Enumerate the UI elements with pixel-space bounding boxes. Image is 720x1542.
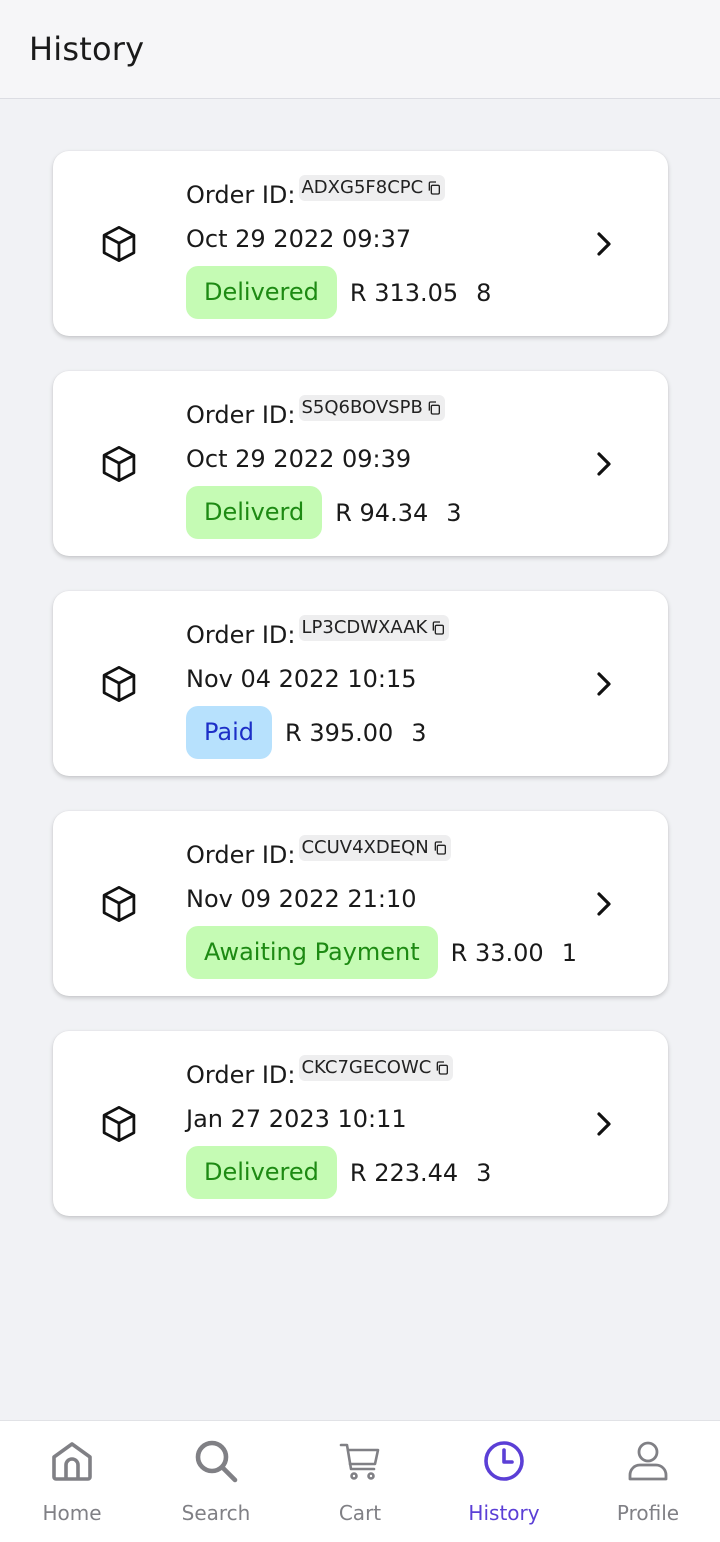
order-id-text: S5Q6BOVSPB	[301, 397, 423, 418]
status-badge: Delivered	[186, 1146, 337, 1199]
nav-item-home[interactable]: Home	[0, 1421, 144, 1542]
order-summary-row: Deliverd R 94.34 3	[186, 486, 462, 539]
package-icon	[102, 1105, 136, 1143]
nav-item-profile[interactable]: Profile	[576, 1421, 720, 1542]
package-icon	[102, 445, 136, 483]
copy-icon[interactable]	[434, 1060, 450, 1076]
copy-icon[interactable]	[432, 840, 448, 856]
order-price: R 33.00	[450, 938, 544, 967]
order-date: Oct 29 2022 09:37	[186, 225, 412, 253]
order-price: R 313.05	[349, 278, 459, 307]
item-count: 3	[476, 1158, 492, 1187]
order-id-row: Order ID: CKC7GECOWC	[186, 1055, 454, 1095]
copy-icon[interactable]	[426, 400, 442, 416]
order-date: Oct 29 2022 09:39	[186, 445, 412, 473]
nav-label: History	[468, 1501, 540, 1525]
order-card[interactable]: Order ID: ADXG5F8CPC Oct 29 2022 09:37 D…	[53, 151, 668, 336]
app: History Order ID: ADXG5F8CPC Oct 29 2022…	[0, 0, 720, 1542]
order-id-row: Order ID: LP3CDWXAAK	[186, 615, 450, 655]
chevron-right-icon[interactable]	[591, 889, 617, 919]
order-id-row: Order ID: CCUV4XDEQN	[186, 835, 451, 875]
order-id-label: Order ID:	[186, 621, 296, 649]
page-title: History	[29, 30, 145, 68]
order-id-label: Order ID:	[186, 1061, 296, 1089]
order-date: Nov 09 2022 21:10	[186, 885, 417, 913]
order-id-value[interactable]: CKC7GECOWC	[299, 1055, 454, 1081]
cart-icon	[339, 1443, 380, 1480]
nav-label: Home	[42, 1501, 102, 1525]
chevron-right-icon[interactable]	[591, 669, 617, 699]
copy-icon[interactable]	[430, 620, 446, 636]
order-id-value[interactable]: S5Q6BOVSPB	[299, 395, 445, 421]
item-count: 3	[446, 498, 462, 527]
order-id-label: Order ID:	[186, 401, 296, 429]
order-date: Jan 27 2023 10:11	[186, 1105, 407, 1133]
nav-label: Search	[181, 1501, 251, 1525]
order-list: Order ID: ADXG5F8CPC Oct 29 2022 09:37 D…	[53, 151, 668, 1251]
order-summary-row: Awaiting Payment R 33.00 1	[186, 926, 577, 979]
chevron-right-icon[interactable]	[591, 229, 617, 259]
copy-icon[interactable]	[426, 180, 442, 196]
order-card[interactable]: Order ID: CKC7GECOWC Jan 27 2023 10:11 D…	[53, 1031, 668, 1216]
package-icon	[102, 665, 136, 703]
chevron-right-icon[interactable]	[591, 449, 617, 479]
order-id-row: Order ID: S5Q6BOVSPB	[186, 395, 445, 435]
order-id-label: Order ID:	[186, 181, 296, 209]
order-card[interactable]: Order ID: S5Q6BOVSPB Oct 29 2022 09:39 D…	[53, 371, 668, 556]
order-price: R 94.34	[335, 498, 429, 527]
order-id-label: Order ID:	[186, 841, 296, 869]
order-id-text: CCUV4XDEQN	[301, 837, 429, 858]
order-summary-row: Delivered R 313.05 8	[186, 266, 491, 319]
order-summary-row: Delivered R 223.44 3	[186, 1146, 491, 1199]
order-date: Nov 04 2022 10:15	[186, 665, 417, 693]
nav-label: Cart	[338, 1501, 382, 1525]
bottom-navigation: Home Search Cart History Profile	[0, 1420, 720, 1542]
order-card[interactable]: Order ID: CCUV4XDEQN Nov 09 2022 21:10 A…	[53, 811, 668, 996]
status-badge: Paid	[186, 706, 273, 759]
order-card[interactable]: Order ID: LP3CDWXAAK Nov 04 2022 10:15 P…	[53, 591, 668, 776]
item-count: 1	[561, 938, 577, 967]
nav-item-search[interactable]: Search	[144, 1421, 288, 1542]
nav-item-cart[interactable]: Cart	[288, 1421, 432, 1542]
user-icon	[628, 1441, 668, 1481]
nav-item-history[interactable]: History	[432, 1421, 576, 1542]
order-id-text: ADXG5F8CPC	[301, 177, 424, 198]
order-price: R 395.00	[285, 718, 394, 747]
item-count: 8	[476, 278, 492, 307]
status-badge: Delivered	[186, 266, 337, 319]
order-id-row: Order ID: ADXG5F8CPC	[186, 175, 446, 215]
order-id-text: LP3CDWXAAK	[301, 617, 428, 638]
item-count: 3	[411, 718, 427, 747]
package-icon	[102, 225, 136, 263]
order-id-value[interactable]: CCUV4XDEQN	[299, 835, 451, 861]
status-badge: Deliverd	[186, 486, 323, 539]
app-header: History	[0, 0, 720, 99]
order-id-value[interactable]: ADXG5F8CPC	[299, 175, 446, 201]
order-id-text: CKC7GECOWC	[301, 1057, 432, 1078]
home-icon	[52, 1442, 92, 1481]
search-icon	[195, 1440, 238, 1483]
status-badge: Awaiting Payment	[186, 926, 438, 979]
order-id-value[interactable]: LP3CDWXAAK	[299, 615, 450, 641]
order-summary-row: Paid R 395.00 3	[186, 706, 427, 759]
chevron-right-icon[interactable]	[591, 1109, 617, 1139]
clock-icon	[484, 1441, 524, 1481]
order-price: R 223.44	[349, 1158, 459, 1187]
nav-label: Profile	[616, 1501, 680, 1525]
package-icon	[102, 885, 136, 923]
